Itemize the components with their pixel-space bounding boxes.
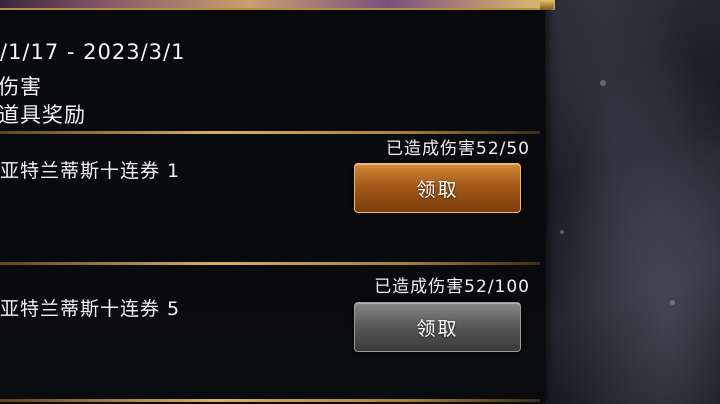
event-reward-type: 道具奖励 <box>0 103 86 127</box>
damage-progress: 已造成伤害52/50 <box>386 139 530 159</box>
claim-button-disabled[interactable]: 领取 <box>354 302 521 352</box>
background-speck <box>560 230 564 234</box>
section-divider <box>0 399 540 402</box>
reward-name: 亚特兰蒂斯十连券 1 <box>0 160 181 182</box>
reward-row: 已造成伤害52/100 亚特兰蒂斯十连券 5 领取 <box>0 272 540 397</box>
reward-name: 亚特兰蒂斯十连券 5 <box>0 298 181 320</box>
background-scenery <box>540 0 720 404</box>
event-banner-image <box>0 0 555 10</box>
event-panel: /1/17 - 2023/3/1 伤害 道具奖励 已造成伤害52/50 亚特兰蒂… <box>0 0 555 404</box>
section-divider <box>0 262 540 265</box>
reward-row: 已造成伤害52/50 亚特兰蒂斯十连券 1 领取 <box>0 134 540 259</box>
damage-progress: 已造成伤害52/100 <box>374 277 530 297</box>
background-speck <box>600 80 606 86</box>
event-date-range: /1/17 - 2023/3/1 <box>0 40 186 64</box>
event-condition: 伤害 <box>0 75 42 99</box>
banner-frame-corner <box>540 0 554 10</box>
claim-button[interactable]: 领取 <box>354 163 521 213</box>
background-speck <box>670 300 675 305</box>
